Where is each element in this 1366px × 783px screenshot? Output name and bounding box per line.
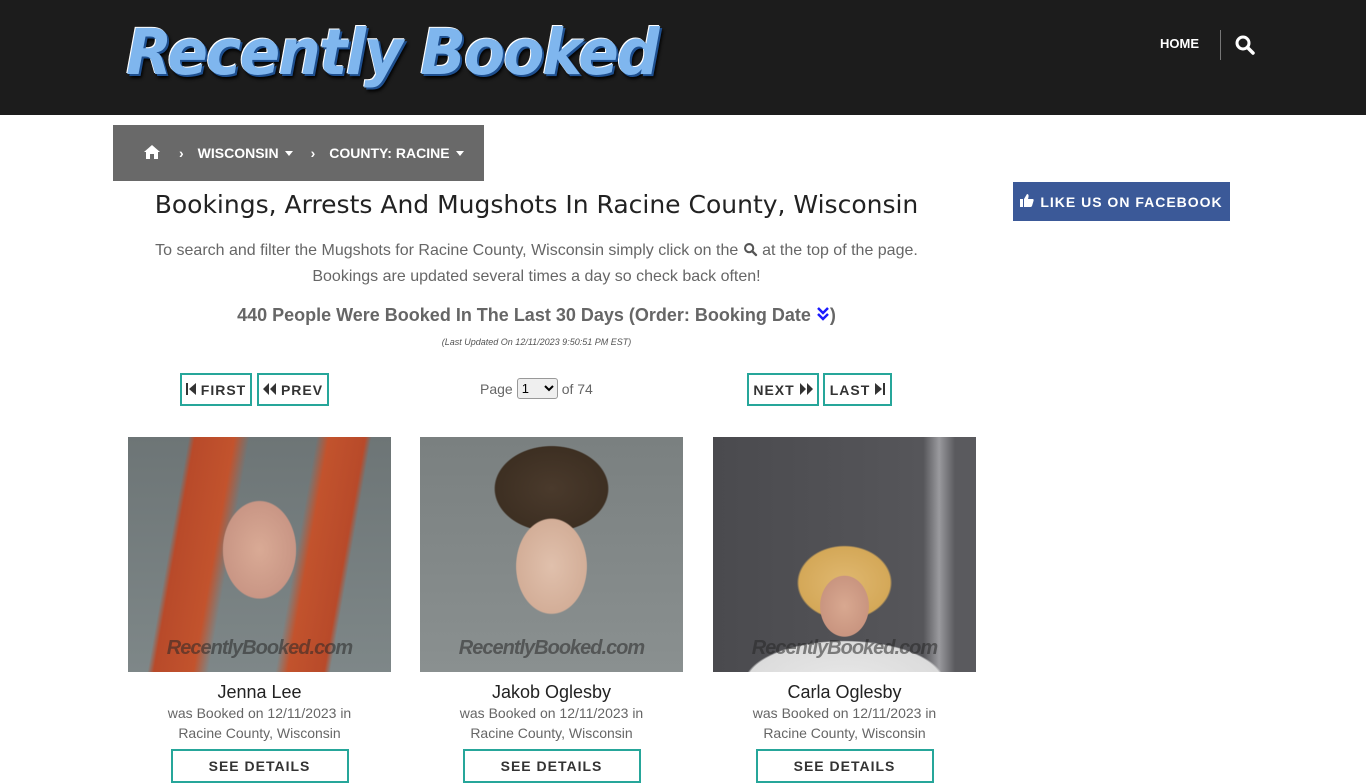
booking-card: RecentlyBooked.com Jakob Oglesby was Boo… — [420, 437, 683, 783]
site-header: Recently Booked HOME — [0, 0, 1366, 115]
search-icon[interactable] — [1234, 34, 1256, 56]
home-icon[interactable] — [143, 144, 161, 163]
booking-info-line: was Booked on 12/11/2023 in — [752, 705, 937, 721]
chevron-right-icon: › — [310, 145, 316, 161]
prev-page-label: PREV — [280, 381, 324, 398]
breadcrumb-county-dropdown[interactable]: COUNTY: RACINE — [329, 145, 464, 161]
thumbs-up-icon — [1020, 193, 1034, 210]
next-page-button[interactable]: NEXT — [747, 373, 819, 406]
prev-page-button[interactable]: PREV — [257, 373, 329, 406]
booking-count-close: ) — [829, 305, 836, 325]
caret-down-icon — [455, 150, 464, 156]
booking-location: Racine County, Wisconsin — [470, 725, 633, 741]
mugshot-image[interactable]: RecentlyBooked.com — [420, 437, 683, 672]
booking-card: RecentlyBooked.com Carla Oglesby was Boo… — [713, 437, 976, 783]
page-total-label: of 74 — [561, 380, 593, 397]
description-text: Bookings are updated several times a day… — [312, 268, 761, 285]
breadcrumb-county-label: COUNTY: RACINE — [329, 145, 450, 161]
nav-divider — [1220, 30, 1221, 60]
page-label: Page — [480, 380, 513, 397]
mugshot-image[interactable]: RecentlyBooked.com — [128, 437, 391, 672]
next-page-label: NEXT — [753, 381, 795, 398]
breadcrumb: › WISCONSIN › COUNTY: RACINE — [113, 125, 484, 181]
page-selector: Page 1 of 74 — [480, 378, 593, 399]
description-text: To search and filter the Mugshots for Ra… — [155, 242, 739, 259]
caret-down-icon — [284, 150, 293, 156]
last-page-button[interactable]: LAST — [823, 373, 892, 406]
site-logo[interactable]: Recently Booked — [126, 16, 660, 90]
search-icon[interactable] — [743, 242, 758, 259]
booking-info-line: was Booked on 12/11/2023 in — [459, 705, 644, 721]
facebook-like-button[interactable]: LIKE US ON FACEBOOK — [1013, 182, 1230, 221]
prev-page-icon — [262, 382, 276, 398]
last-page-label: LAST — [829, 381, 871, 398]
watermark: RecentlyBooked.com — [458, 637, 645, 659]
see-details-button[interactable]: SEE DETAILS — [462, 749, 641, 783]
nav-home-link[interactable]: HOME — [1160, 36, 1199, 51]
page-description: To search and filter the Mugshots for Ra… — [113, 238, 960, 290]
next-page-icon — [799, 382, 813, 398]
mugshot-image[interactable]: RecentlyBooked.com — [713, 437, 976, 672]
description-text: at the top of the page. — [762, 242, 918, 259]
watermark: RecentlyBooked.com — [166, 637, 353, 659]
facebook-like-label: LIKE US ON FACEBOOK — [1040, 193, 1223, 210]
person-name[interactable]: Jakob Oglesby — [420, 682, 683, 703]
first-page-button[interactable]: FIRST — [180, 373, 252, 406]
booking-location: Racine County, Wisconsin — [763, 725, 926, 741]
breadcrumb-state-dropdown[interactable]: WISCONSIN — [198, 145, 293, 161]
breadcrumb-state-label: WISCONSIN — [197, 145, 279, 161]
person-name[interactable]: Carla Oglesby — [713, 682, 976, 703]
booking-card: RecentlyBooked.com Jenna Lee was Booked … — [128, 437, 391, 783]
watermark: RecentlyBooked.com — [751, 637, 938, 659]
first-page-icon — [185, 382, 196, 398]
sort-order-icon[interactable] — [816, 306, 830, 327]
chevron-right-icon: › — [179, 145, 184, 161]
booking-info-line: was Booked on 12/11/2023 in — [167, 705, 352, 721]
see-details-button[interactable]: SEE DETAILS — [170, 749, 349, 783]
page-title: Bookings, Arrests And Mugshots In Racine… — [154, 190, 919, 219]
last-page-icon — [875, 382, 886, 398]
booking-count: 440 People Were Booked In The Last 30 Da… — [113, 305, 960, 327]
booking-location: Racine County, Wisconsin — [178, 725, 341, 741]
booking-count-text: 440 People Were Booked In The Last 30 Da… — [237, 305, 811, 325]
last-updated: (Last Updated On 12/11/2023 9:50:51 PM E… — [441, 337, 632, 347]
person-name[interactable]: Jenna Lee — [128, 682, 391, 703]
see-details-button[interactable]: SEE DETAILS — [755, 749, 934, 783]
first-page-label: FIRST — [200, 381, 247, 398]
page-select[interactable]: 1 — [516, 378, 558, 399]
